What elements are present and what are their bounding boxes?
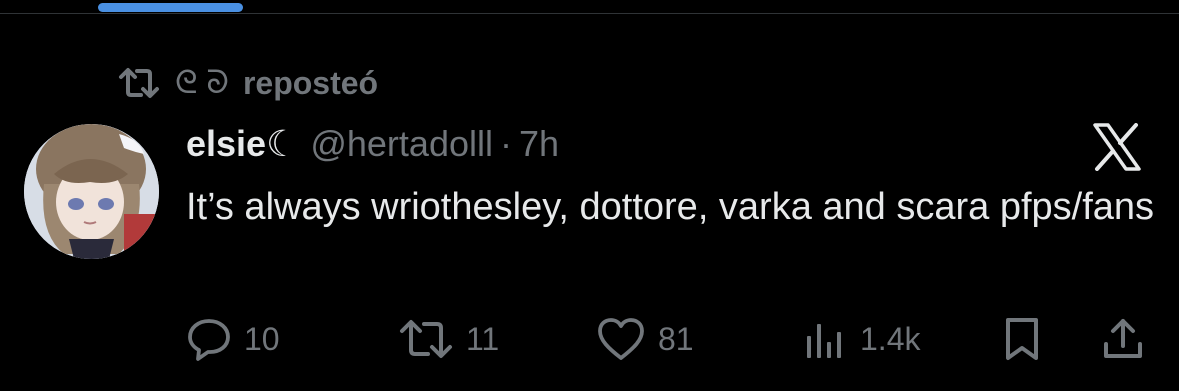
repost-button[interactable]: 11 [398,313,499,365]
repost-icon [117,65,161,101]
bookmark-button[interactable] [1002,313,1042,365]
bookmark-icon [1002,316,1042,362]
views-button[interactable]: 1.4k [802,313,920,365]
share-icon [1100,316,1146,362]
tab-indicator [98,3,243,12]
top-divider [0,13,1179,14]
repost-context[interactable]: ᘓ ᘐ reposteó [117,60,378,106]
repost-action-text: reposteó [242,64,379,101]
tweet-actions: 10 11 81 1.4k [0,313,1179,365]
reply-count: 10 [244,320,280,357]
display-name[interactable]: elsie☾ [186,123,298,165]
tweet-header: elsie☾ @hertadolll · 7h [186,119,559,169]
timestamp[interactable]: 7h [519,123,559,165]
like-button[interactable]: 81 [596,313,694,365]
repost-count: 11 [466,320,500,357]
views-icon [802,316,848,362]
like-count: 81 [658,320,694,357]
reply-button[interactable]: 10 [186,313,280,365]
reposter-name[interactable]: ᘓ ᘐ [175,64,229,102]
user-handle[interactable]: @hertadolll [310,123,493,165]
separator-dot: · [499,123,512,164]
tweet-text: It’s always wriothesley, dottore, varka … [186,186,1155,228]
heart-icon [596,316,646,362]
x-logo-icon [1092,123,1142,171]
share-button[interactable] [1100,313,1146,365]
views-count: 1.4k [860,320,921,357]
reply-icon [186,316,232,362]
avatar[interactable] [24,124,159,259]
repost-icon [398,317,454,361]
